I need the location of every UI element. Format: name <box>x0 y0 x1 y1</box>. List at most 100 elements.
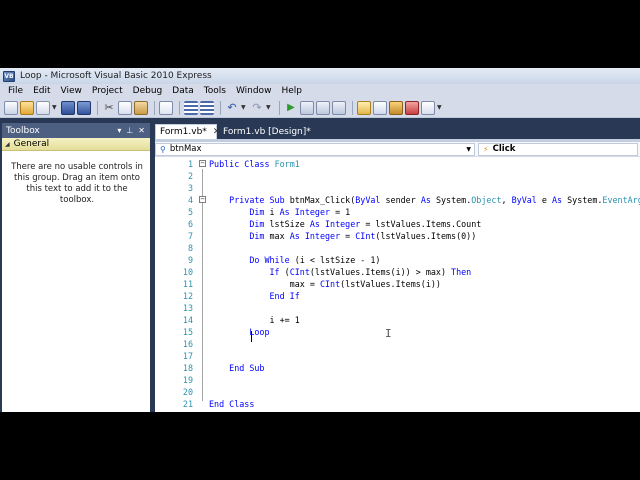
code-line[interactable]: 3 <box>155 182 640 194</box>
code-line[interactable]: 2 <box>155 170 640 182</box>
panel-options-icon[interactable]: ▾ <box>117 126 121 135</box>
code-line[interactable]: 4 Private Sub btnMax_Click(ByVal sender … <box>155 194 640 206</box>
code-token: sender <box>380 195 421 205</box>
menu-file[interactable]: File <box>3 86 28 96</box>
code-text: Loop <box>209 326 269 338</box>
code-token: (i < lstSize - 1) <box>289 255 381 265</box>
code-line[interactable]: 15 Loop <box>155 326 640 338</box>
chevron-down-icon[interactable]: ▼ <box>52 101 58 115</box>
code-token: max = <box>209 279 320 289</box>
event-dropdown[interactable]: ⚡ Click <box>478 142 638 156</box>
step-out-icon[interactable] <box>332 100 346 115</box>
code-token: CInt <box>289 267 310 277</box>
toolbox-group-general[interactable]: ◢ General <box>2 138 150 151</box>
menu-help[interactable]: Help <box>276 86 307 96</box>
tab-label: Form1.vb* <box>160 127 207 137</box>
code-area[interactable]: I 1 Public Class Form1−2 3 4 Private Sub bt… <box>155 157 640 412</box>
menu-tools[interactable]: Tools <box>199 86 231 96</box>
chevron-down-icon[interactable]: ▼ <box>437 101 443 115</box>
code-line[interactable]: 9 Do While (i < lstSize - 1) <box>155 254 640 266</box>
line-number: 8 <box>187 243 193 253</box>
code-line[interactable]: 12 End If <box>155 290 640 302</box>
code-line[interactable]: 1 Public Class Form1 <box>155 158 640 170</box>
find-icon[interactable] <box>159 100 173 115</box>
save-icon[interactable] <box>61 100 75 115</box>
toolbox-panel: Toolbox ▾ ⊥ ✕ ◢ General There are no usa… <box>2 123 150 412</box>
line-number: 7 <box>187 231 193 241</box>
collapse-toggle-icon[interactable]: − <box>199 196 206 203</box>
pin-icon[interactable]: ⊥ <box>126 126 133 135</box>
line-number: 14 <box>182 315 193 325</box>
open-icon[interactable] <box>20 100 34 115</box>
code-token: End If <box>209 291 300 301</box>
toolbar-separator <box>154 100 155 115</box>
code-line[interactable]: 18 End Sub <box>155 362 640 374</box>
code-token: btnMax_Click( <box>289 195 356 205</box>
code-token: i += 1 <box>209 315 300 325</box>
menu-data[interactable]: Data <box>167 86 199 96</box>
line-number: 21 <box>182 399 193 409</box>
object-browser-icon[interactable] <box>389 100 403 115</box>
code-line[interactable]: 10 If (CInt(lstValues.Items(i)) > max) T… <box>155 266 640 278</box>
object-dropdown[interactable]: ⚲ btnMax ▼ <box>155 142 475 156</box>
code-line[interactable]: 17 <box>155 350 640 362</box>
code-line[interactable]: 14 i += 1 <box>155 314 640 326</box>
event-lightning-icon: ⚡ <box>483 144 489 154</box>
tab-label: Form1.vb [Design]* <box>223 126 311 137</box>
menu-window[interactable]: Window <box>231 86 277 96</box>
cut-icon[interactable]: ✂ <box>102 101 116 115</box>
line-number: 18 <box>182 363 193 373</box>
code-line[interactable]: 5 Dim i As Integer = 1 <box>155 206 640 218</box>
solution-explorer-icon[interactable] <box>357 100 371 115</box>
copy-icon[interactable] <box>118 100 132 115</box>
code-text: max = CInt(lstValues.Items(i)) <box>209 278 441 290</box>
code-text: Dim max As Integer = CInt(lstValues.Item… <box>209 230 476 242</box>
code-token: Dim <box>209 207 265 217</box>
code-line[interactable]: 21 End Class <box>155 398 640 410</box>
chevron-down-icon[interactable]: ▼ <box>266 101 272 115</box>
toolbox-icon[interactable] <box>405 100 419 115</box>
start-debug-icon[interactable]: ▶ <box>284 101 298 115</box>
menu-project[interactable]: Project <box>87 86 128 96</box>
undo-icon[interactable]: ↶ <box>225 101 239 115</box>
error-list-icon[interactable] <box>421 100 435 115</box>
code-line[interactable]: 8 <box>155 242 640 254</box>
collapse-toggle-icon[interactable]: − <box>199 160 206 167</box>
code-line[interactable]: 19 <box>155 374 640 386</box>
vb-icon[interactable]: VB <box>3 70 15 82</box>
line-number: 5 <box>187 207 193 217</box>
code-token: ( <box>279 267 290 277</box>
code-line[interactable]: 13 <box>155 302 640 314</box>
code-line[interactable]: 16 <box>155 338 640 350</box>
code-token: (lstValues.Items(i)) <box>340 279 441 289</box>
add-item-icon[interactable] <box>36 100 50 115</box>
code-editor[interactable]: ⚲ btnMax ▼ ⚡ Click I 1 Public Class Form1… <box>155 139 640 412</box>
step-into-icon[interactable] <box>300 100 314 115</box>
close-icon[interactable]: ✕ <box>138 126 145 135</box>
tab-form1-code[interactable]: Form1.vb* ✕ <box>155 124 220 139</box>
standard-toolbar: ▼ ✂ ↶ ▼ ↷ ▼ ▶ ▼ <box>0 98 640 118</box>
code-line[interactable]: 7 Dim max As Integer = CInt(lstValues.It… <box>155 230 640 242</box>
redo-icon[interactable]: ↷ <box>250 101 264 115</box>
code-line[interactable]: 6 Dim lstSize As Integer = lstValues.Ite… <box>155 218 640 230</box>
chevron-down-icon[interactable]: ▼ <box>241 101 247 115</box>
new-project-icon[interactable] <box>4 100 18 115</box>
code-token: e <box>536 195 552 205</box>
line-number: 13 <box>182 303 193 313</box>
menu-debug[interactable]: Debug <box>128 86 168 96</box>
code-text: i += 1 <box>209 314 300 326</box>
tab-form1-design[interactable]: Form1.vb [Design]* <box>217 124 315 139</box>
comment-icon[interactable] <box>184 100 198 115</box>
line-number: 9 <box>187 255 193 265</box>
toolbar-separator <box>97 100 98 115</box>
code-line[interactable]: 20 <box>155 386 640 398</box>
save-all-icon[interactable] <box>77 100 91 115</box>
uncomment-icon[interactable] <box>200 100 214 115</box>
title-bar: VB Loop - Microsoft Visual Basic 2010 Ex… <box>0 68 640 84</box>
step-over-icon[interactable] <box>316 100 330 115</box>
properties-icon[interactable] <box>373 100 387 115</box>
menu-view[interactable]: View <box>56 86 87 96</box>
paste-icon[interactable] <box>134 100 148 115</box>
menu-edit[interactable]: Edit <box>28 86 55 96</box>
code-line[interactable]: 11 max = CInt(lstValues.Items(i)) <box>155 278 640 290</box>
